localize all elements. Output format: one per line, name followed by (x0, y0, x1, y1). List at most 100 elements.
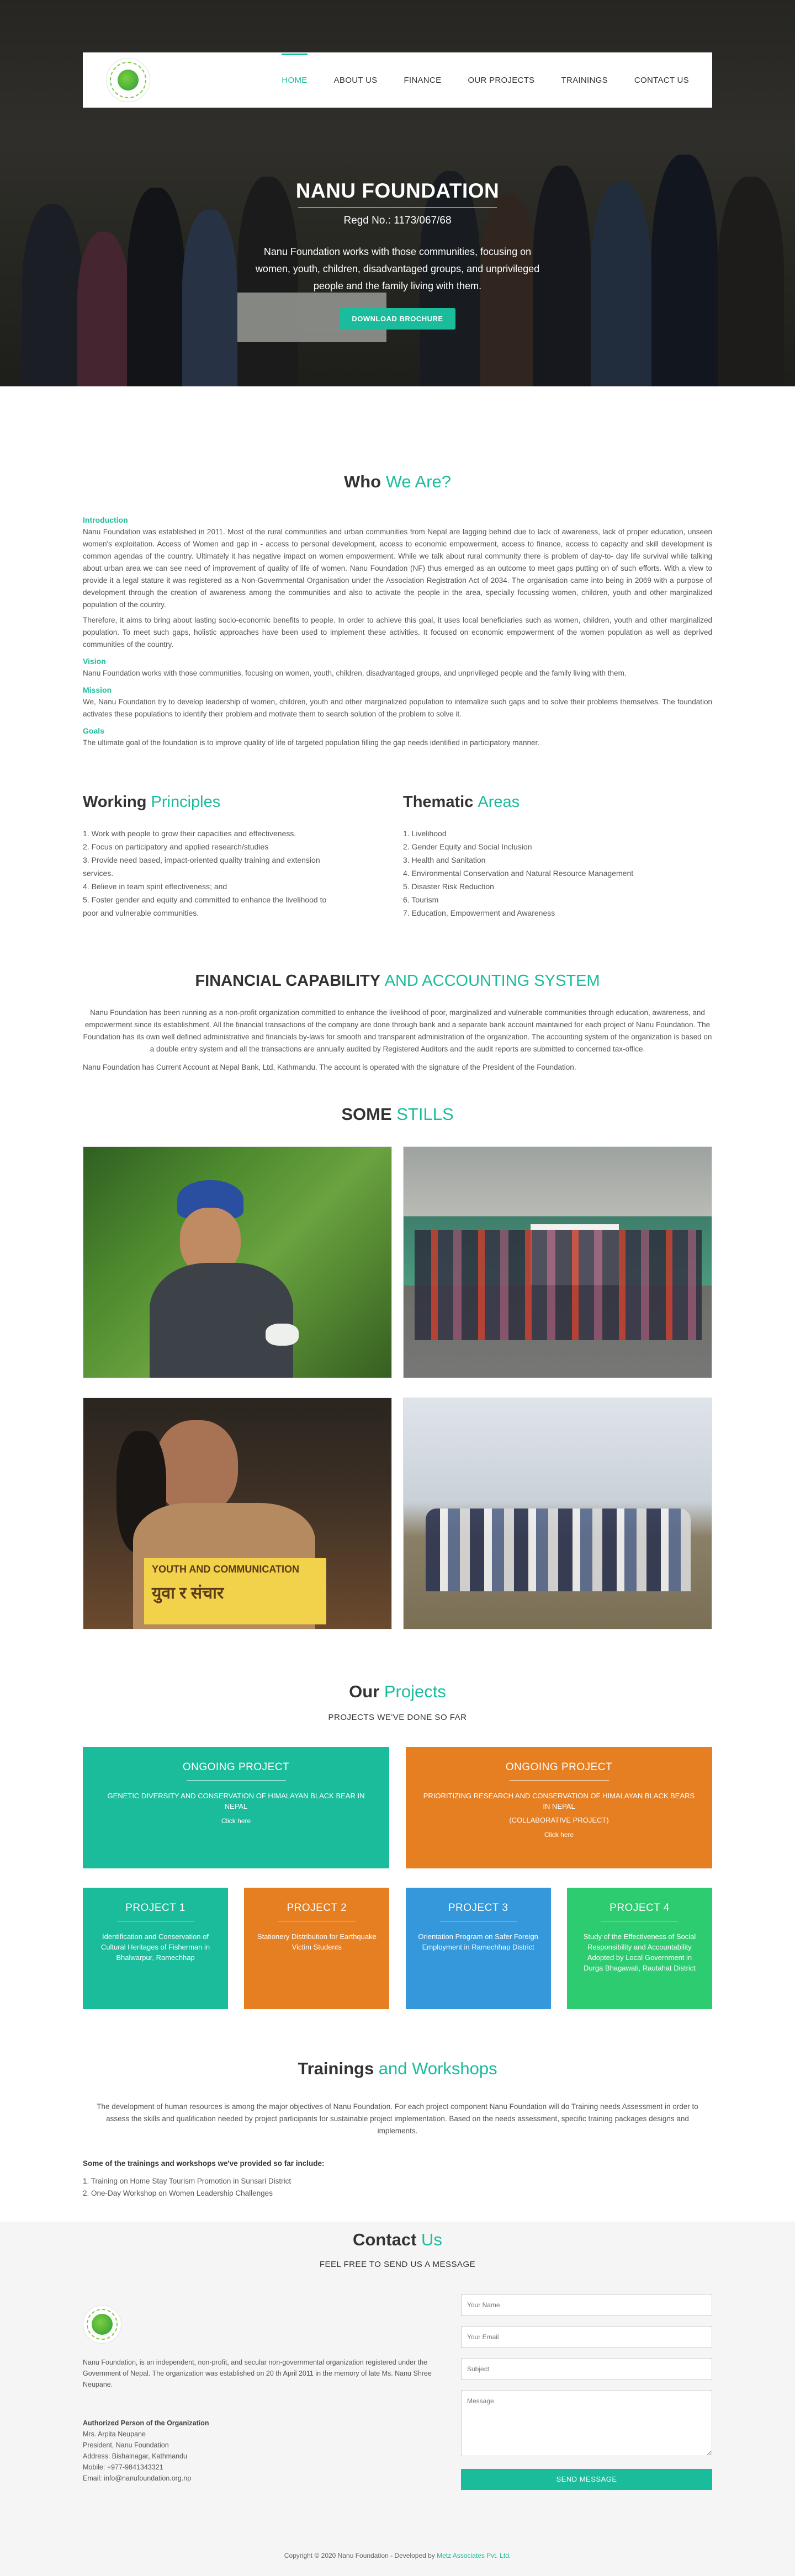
authorized-person-heading: Authorized Person of the Organization (83, 2419, 209, 2427)
project-heading: PROJECT 2 (287, 1902, 347, 1914)
project-text: Study of the Effectiveness of Social Res… (583, 1932, 696, 1972)
name-input[interactable] (461, 2294, 712, 2316)
list-item: 2. Focus on participatory and applied re… (83, 842, 269, 851)
goals-text: The ultimate goal of the foundation is t… (83, 739, 540, 747)
working-principles-title: Working Principles (83, 793, 221, 811)
some-stills-section: SOME STILLS YOUTH AND COMMUNICATION युवा… (83, 1104, 712, 1629)
introduction-heading: Introduction (83, 516, 128, 524)
some-stills-title: SOME STILLS (341, 1104, 454, 1124)
mission-text: We, Nanu Foundation try to develop leade… (83, 698, 712, 718)
contact-subtitle: FEEL FREE TO SEND US A MESSAGE (319, 2260, 476, 2269)
ongoing-project-heading: ONGOING PROJECT (182, 1761, 290, 1773)
authorized-person-role: President, Nanu Foundation (83, 2441, 169, 2449)
who-we-are-body: Introduction Nanu Foundation was establi… (83, 514, 712, 749)
thematic-areas-list: 1. Livelihood 2. Gender Equity and Socia… (403, 827, 712, 920)
list-item: 1. Training on Home Stay Tourism Promoti… (83, 2177, 292, 2185)
developer-link[interactable]: Metz Associates Pvt. Ltd. (437, 2552, 511, 2559)
organization-address: Address: Bishalnagar, Kathmandu (83, 2452, 188, 2460)
nanu-foundation-logo[interactable] (106, 58, 150, 102)
ongoing-project-link[interactable]: Click here (421, 1830, 697, 1840)
email-input[interactable] (461, 2326, 712, 2348)
nav-menu: HOME ABOUT US FINANCE OUR PROJECTS TRAIN… (282, 53, 689, 88)
ongoing-project-link[interactable]: Click here (98, 1816, 374, 1826)
list-item: 6. Tourism (403, 895, 439, 904)
hero-registration-number: Regd No.: 1173/067/68 (343, 215, 452, 226)
our-projects-section: Our Projects PROJECTS WE'VE DONE SO FAR … (83, 1682, 712, 2009)
copyright-text: Copyright © 2020 Nanu Foundation - Devel… (284, 2552, 437, 2559)
project-card[interactable]: PROJECT 1 Identification and Conservatio… (83, 1888, 228, 2009)
contact-form: SEND MESSAGE (461, 2294, 712, 2490)
list-item: 1. Livelihood (403, 829, 447, 838)
contact-title: Contact Us (353, 2230, 442, 2249)
our-projects-title: Our Projects (349, 1682, 446, 1701)
main-navbar: HOME ABOUT US FINANCE OUR PROJECTS TRAIN… (83, 52, 712, 108)
nav-projects-link[interactable]: OUR PROJECTS (468, 72, 534, 88)
send-message-button[interactable]: SEND MESSAGE (461, 2469, 712, 2490)
working-principles: Working Principles 1. Work with people t… (83, 793, 392, 920)
project-text: Orientation Program on Safer Foreign Emp… (418, 1932, 538, 1951)
contact-info: Nanu Foundation, is an independent, non-… (83, 2294, 436, 2490)
list-item: 5. Disaster Risk Reduction (403, 882, 494, 891)
photo-gallery: YOUTH AND COMMUNICATION युवा र संचार (83, 1146, 712, 1629)
subject-input[interactable] (461, 2358, 712, 2380)
list-item: 5. Foster gender and equity and committe… (83, 895, 327, 917)
message-textarea[interactable] (461, 2390, 712, 2456)
mission-heading: Mission (83, 686, 112, 694)
project-heading: PROJECT 3 (448, 1902, 508, 1914)
nav-contact-link[interactable]: CONTACT US (634, 72, 689, 88)
nav-home-link[interactable]: HOME (282, 53, 308, 88)
organization-mobile: Mobile: +977-9841343321 (83, 2463, 163, 2471)
nav-about-link[interactable]: ABOUT US (334, 72, 378, 88)
gallery-photo-field-visit[interactable] (403, 1398, 712, 1629)
trainings-section: Trainings and Workshops The development … (83, 2059, 712, 2200)
project-heading: PROJECT 4 (610, 1902, 670, 1914)
hero-content: NANU FOUNDATION Regd No.: 1173/067/68 Na… (0, 179, 795, 330)
ongoing-project-card[interactable]: ONGOING PROJECT PRIORITIZING RESEARCH AN… (406, 1747, 712, 1868)
who-we-are-title: Who We Are? (343, 472, 452, 491)
ongoing-project-extra: (COLLABORATIVE PROJECT) (509, 1816, 609, 1824)
working-principles-list: 1. Work with people to grow their capaci… (83, 827, 392, 920)
ongoing-projects-row: ONGOING PROJECT GENETIC DIVERSITY AND CO… (83, 1747, 712, 1868)
nav-finance-link[interactable]: FINANCE (404, 72, 441, 88)
bank-account-text: Nanu Foundation has Current Account at N… (83, 1063, 576, 1071)
sign-text: YOUTH AND COMMUNICATION (152, 1564, 299, 1575)
list-item: 4. Environmental Conservation and Natura… (403, 869, 634, 878)
list-item: 3. Health and Sanitation (403, 856, 486, 864)
hero-title: NANU FOUNDATION (295, 179, 500, 202)
nav-trainings-link[interactable]: TRAININGS (561, 72, 608, 88)
project-card[interactable]: PROJECT 3 Orientation Program on Safer F… (405, 1888, 551, 2009)
list-item: 2. Gender Equity and Social Inclusion (403, 842, 532, 851)
trainings-title: Trainings and Workshops (298, 2059, 497, 2078)
vision-text: Nanu Foundation works with those communi… (83, 669, 627, 677)
trainings-list-title: Some of the trainings and workshops we'v… (83, 2159, 325, 2168)
who-we-are-section: Who We Are? Introduction Nanu Foundation… (83, 386, 712, 2200)
list-item: 7. Education, Empowerment and Awareness (403, 909, 555, 917)
ongoing-project-card[interactable]: ONGOING PROJECT GENETIC DIVERSITY AND CO… (83, 1747, 389, 1868)
thematic-areas-title: Thematic Areas (403, 793, 520, 811)
gallery-photo-youth-speaker[interactable]: YOUTH AND COMMUNICATION युवा र संचार (83, 1398, 392, 1629)
goals-heading: Goals (83, 726, 104, 735)
principles-areas-row: Working Principles 1. Work with people t… (83, 793, 712, 920)
page-footer: Copyright © 2020 Nanu Foundation - Devel… (0, 2540, 795, 2576)
introduction-text: Nanu Foundation was established in 2011.… (83, 528, 712, 609)
project-text: Identification and Conservation of Cultu… (100, 1932, 210, 1962)
ongoing-project-text: GENETIC DIVERSITY AND CONSERVATION OF HI… (107, 1792, 365, 1810)
ongoing-project-heading: ONGOING PROJECT (505, 1761, 613, 1773)
introduction-text-2: Therefore, it aims to bring about lastin… (83, 616, 712, 649)
authorized-person-name: Mrs. Arpita Neupane (83, 2430, 146, 2438)
list-item: 4. Believe in team spirit effectiveness;… (83, 882, 227, 891)
project-card[interactable]: PROJECT 2 Stationery Distribution for Ea… (244, 1888, 390, 2009)
trainings-list: 1. Training on Home Stay Tourism Promoti… (83, 2175, 712, 2200)
project-card[interactable]: PROJECT 4 Study of the Effectiveness of … (566, 1888, 712, 2009)
gallery-photo-field-sampling[interactable] (83, 1146, 392, 1378)
gallery-photo-group-banner[interactable] (403, 1146, 712, 1378)
trainings-text: The development of human resources is am… (97, 2102, 698, 2135)
footer-logo (83, 2305, 121, 2344)
contact-section: Contact Us FEEL FREE TO SEND US A MESSAG… (0, 2222, 795, 2540)
hero-section: HOME ABOUT US FINANCE OUR PROJECTS TRAIN… (0, 0, 795, 386)
completed-projects-row: PROJECT 1 Identification and Conservatio… (83, 1888, 712, 2009)
project-heading: PROJECT 1 (125, 1902, 186, 1914)
list-item: 3. Provide need based, impact-oriented q… (83, 856, 320, 878)
download-brochure-button[interactable]: DOWNLOAD BROCHURE (340, 308, 455, 330)
financial-capability-section: FINANCIAL CAPABILITY AND ACCOUNTING SYST… (83, 972, 712, 1071)
